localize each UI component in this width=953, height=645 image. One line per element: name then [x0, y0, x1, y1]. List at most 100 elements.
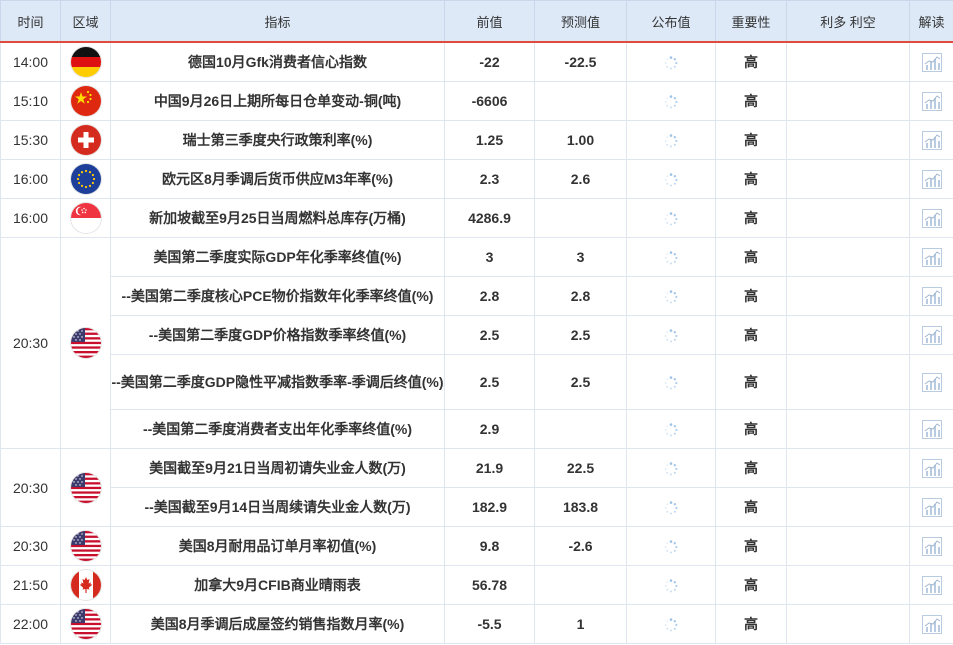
table-row: 20:30 美国8月耐用品订单月率初值(%) 9.8 -2.6 高 [0, 526, 953, 566]
bull-bear-cell [786, 276, 910, 316]
indicator-cell[interactable]: 加拿大9月CFIB商业晴雨表 [110, 565, 445, 605]
table-row: 15:30 瑞士第三季度央行政策利率(%) 1.25 1.00 高 [0, 120, 953, 160]
loading-spinner-icon [664, 538, 678, 554]
analysis-cell[interactable] [909, 276, 953, 316]
indicator-cell[interactable]: --美国截至9月14日当周续请失业金人数(万) [110, 487, 445, 527]
analysis-cell[interactable] [909, 409, 953, 449]
previous-value: 9.8 [444, 526, 535, 566]
bar-chart-icon[interactable] [921, 325, 942, 345]
analysis-cell[interactable] [909, 81, 953, 121]
region-cell [60, 565, 111, 605]
loading-spinner-icon [664, 499, 678, 515]
col-region: 区域 [60, 0, 111, 43]
indicator-cell[interactable]: 美国截至9月21日当周初请失业金人数(万) [110, 448, 445, 488]
time-cell: 14:00 [0, 41, 61, 82]
bar-chart-icon[interactable] [921, 91, 942, 111]
previous-value: 21.9 [444, 448, 535, 488]
analysis-cell[interactable] [909, 448, 953, 488]
loading-spinner-icon [664, 171, 678, 187]
importance-value: 高 [715, 526, 787, 566]
time-cell: 15:10 [0, 81, 61, 121]
indicator-cell[interactable]: 新加坡截至9月25日当周燃料总库存(万桶) [110, 198, 445, 238]
col-analysis: 解读 [909, 0, 953, 43]
col-forecast: 预测值 [534, 0, 627, 43]
indicator-cell[interactable]: 美国8月耐用品订单月率初值(%) [110, 526, 445, 566]
region-cell [60, 198, 111, 238]
forecast-value: 2.8 [534, 276, 627, 316]
importance-value: 高 [715, 237, 787, 277]
importance-value: 高 [715, 159, 787, 199]
bull-bear-cell [786, 354, 910, 410]
previous-value: 1.25 [444, 120, 535, 160]
switzerland-flag-icon [70, 125, 101, 155]
analysis-cell[interactable] [909, 120, 953, 160]
indicator-cell[interactable]: 美国8月季调后成屋签约销售指数月率(%) [110, 604, 445, 644]
bar-chart-icon[interactable] [921, 169, 942, 189]
col-importance: 重要性 [715, 0, 787, 43]
loading-spinner-icon [664, 288, 678, 304]
header-row: 时间 区域 指标 前值 预测值 公布值 重要性 利多 利空 解读 [0, 0, 953, 43]
indicator-cell[interactable]: 欧元区8月季调后货币供应M3年率(%) [110, 159, 445, 199]
singapore-flag-icon [70, 203, 101, 233]
bull-bear-cell [786, 41, 910, 82]
analysis-cell[interactable] [909, 487, 953, 527]
previous-value: 2.9 [444, 409, 535, 449]
bar-chart-icon[interactable] [921, 286, 942, 306]
analysis-cell[interactable] [909, 237, 953, 277]
analysis-cell[interactable] [909, 565, 953, 605]
time-cell: 21:50 [0, 565, 61, 605]
time-cell: 20:30 [0, 237, 61, 449]
time-cell: 22:00 [0, 604, 61, 644]
analysis-cell[interactable] [909, 354, 953, 410]
analysis-cell[interactable] [909, 526, 953, 566]
bar-chart-icon[interactable] [921, 208, 942, 228]
indicator-cell[interactable]: --美国第二季度GDP隐性平减指数季率-季调后终值(%) [110, 354, 445, 410]
loading-spinner-icon [664, 93, 678, 109]
table-row: 22:00 美国8月季调后成屋签约销售指数月率(%) -5.5 1 高 [0, 604, 953, 644]
bar-chart-icon[interactable] [921, 458, 942, 478]
economic-calendar-table: 时间 区域 指标 前值 预测值 公布值 重要性 利多 利空 解读 14:00 德国… [0, 0, 953, 644]
importance-value: 高 [715, 276, 787, 316]
analysis-cell[interactable] [909, 159, 953, 199]
bar-chart-icon[interactable] [921, 497, 942, 517]
indicator-cell[interactable]: 美国第二季度实际GDP年化季率终值(%) [110, 237, 445, 277]
forecast-value: -22.5 [534, 41, 627, 82]
bar-chart-icon[interactable] [921, 614, 942, 634]
actual-value [626, 315, 716, 355]
indicator-cell[interactable]: 瑞士第三季度央行政策利率(%) [110, 120, 445, 160]
analysis-cell[interactable] [909, 198, 953, 238]
loading-spinner-icon [664, 210, 678, 226]
forecast-value [534, 409, 627, 449]
importance-value: 高 [715, 354, 787, 410]
analysis-cell[interactable] [909, 315, 953, 355]
time-cell: 15:30 [0, 120, 61, 160]
indicator-cell[interactable]: --美国第二季度核心PCE物价指数年化季率终值(%) [110, 276, 445, 316]
analysis-cell[interactable] [909, 41, 953, 82]
bar-chart-icon[interactable] [921, 130, 942, 150]
actual-value [626, 276, 716, 316]
indicator-cell[interactable]: 德国10月Gfk消费者信心指数 [110, 41, 445, 82]
bull-bear-cell [786, 81, 910, 121]
indicator-cell[interactable]: 中国9月26日上期所每日仓单变动-铜(吨) [110, 81, 445, 121]
bar-chart-icon[interactable] [921, 419, 942, 439]
loading-spinner-icon [664, 616, 678, 632]
bar-chart-icon[interactable] [921, 52, 942, 72]
china-flag-icon [70, 86, 101, 116]
importance-value: 高 [715, 448, 787, 488]
actual-value [626, 159, 716, 199]
bar-chart-icon[interactable] [921, 575, 942, 595]
indicator-cell[interactable]: --美国第二季度消费者支出年化季率终值(%) [110, 409, 445, 449]
table-row: 20:30 美国第二季度实际GDP年化季率终值(%) 3 3 高 [0, 237, 953, 449]
table-row: --美国第二季度核心PCE物价指数年化季率终值(%) 2.8 2.8 高 [1, 276, 953, 316]
bull-bear-cell [786, 487, 910, 527]
analysis-cell[interactable] [909, 604, 953, 644]
table-row: 16:00 欧元区8月季调后货币供应M3年率(%) 2.3 2.6 高 [0, 159, 953, 199]
table-row: --美国第二季度GDP价格指数季率终值(%) 2.5 2.5 高 [1, 315, 953, 355]
bar-chart-icon[interactable] [921, 247, 942, 267]
bar-chart-icon[interactable] [921, 536, 942, 556]
previous-value: 3 [444, 237, 535, 277]
forecast-value [534, 198, 627, 238]
bar-chart-icon[interactable] [921, 372, 942, 392]
indicator-cell[interactable]: --美国第二季度GDP价格指数季率终值(%) [110, 315, 445, 355]
actual-value [626, 81, 716, 121]
